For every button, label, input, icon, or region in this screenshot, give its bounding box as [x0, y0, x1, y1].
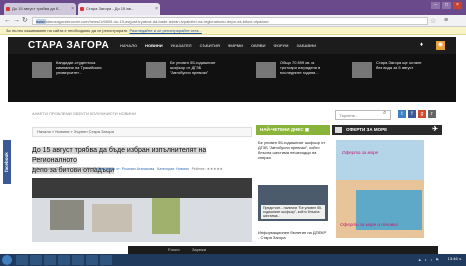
beach-icon [335, 127, 342, 133]
load-link[interactable]: Зарежи [192, 247, 206, 252]
os-taskbar: ▲ ◐ ♪ ⚑ 13:46 ч. [0, 254, 466, 266]
nav-item-companies[interactable]: ФИРМИ [228, 43, 243, 48]
thumbnail-caption: Предстоят... налични "Бе уловен 55-годиш… [261, 205, 325, 219]
main-nav: НАЧАЛО НОВИНИ УКАЗАТЕЛ СЪБИТИЯ ФИРМИ ОБЯ… [120, 43, 316, 48]
most-read-header[interactable]: НАЙ-ЧЕТЕНИ ДНЕС ▣ [256, 125, 330, 135]
nav-item-forum[interactable]: ФОРУМ [274, 43, 289, 48]
facebook-side-tab[interactable]: facebook [3, 140, 11, 184]
toggle-icon[interactable]: ✈ [432, 125, 438, 135]
taskbar-app-icon[interactable] [16, 255, 28, 265]
site-header: СТАРА ЗАГОРА НАЧАЛО НОВИНИ УКАЗАТЕЛ СЪБИ… [8, 37, 456, 54]
address-bar: ← → ↻ www.starozagorskinovini.com/news/1… [0, 15, 466, 27]
offers-header[interactable]: ОФЕРТИ ЗА МОРЕ ✈ [332, 125, 442, 135]
maximize-icon[interactable]: □ [442, 2, 451, 9]
taskbar-app-icon[interactable] [44, 255, 56, 265]
reload-icon[interactable]: ↻ [22, 17, 28, 25]
tab-label: Стара Загора - До 15 ав... [86, 6, 135, 11]
taskbar-app-icon[interactable] [58, 255, 70, 265]
window-controls: – □ × [431, 2, 462, 9]
tab-label: До 15 август трябва да б... [12, 6, 62, 11]
search-icon[interactable]: ⌕ [383, 110, 386, 117]
site-logo[interactable]: СТАРА ЗАГОРА [28, 40, 109, 51]
news-headline: Общо 70 899 кв. м. тротоари изградени в … [280, 60, 321, 75]
news-thumbnail [146, 62, 166, 78]
taskbar-clock[interactable]: 13:46 ч. [448, 256, 462, 261]
nav-item-events[interactable]: СЪБИТИЯ [200, 43, 220, 48]
nav-item-news[interactable]: НОВИНИ [145, 43, 163, 48]
browser-tab-active[interactable]: Стара Загора - До 15 ав... × [78, 3, 160, 15]
most-read-item[interactable]: Бе уловен 55-годишният шофьор от ДГЗБ "А… [258, 140, 328, 160]
news-thumbnail [256, 62, 276, 78]
taskbar-app-icon[interactable] [30, 255, 42, 265]
sub-nav[interactable]: АНКЕТИ ПРОБЛЕМИ ОБЕКТИ КОЛУМНИСТИ НОВИНИ [32, 110, 332, 118]
close-tab-icon[interactable]: × [71, 6, 74, 12]
nav-item-home[interactable]: НАЧАЛО [120, 43, 137, 48]
sea-offers-ad[interactable]: Оферта за морe Оферти за море и почивка [336, 140, 424, 238]
featured-news-strip: Кандидат-студентска кампания на Тракийск… [8, 54, 456, 102]
news-thumbnail [352, 62, 372, 78]
article-image [32, 178, 252, 242]
article-title: До 15 август трябва да бъде избран изпъл… [32, 147, 207, 174]
browser-menu-icon[interactable]: ≡ [444, 17, 448, 24]
article-meta: Публикувано: 02 Август 2012 13:30 Публик… [32, 167, 223, 171]
googleplus-icon[interactable]: g [418, 110, 426, 118]
nav-item-directory[interactable]: УКАЗАТЕЛ [171, 43, 192, 48]
rss-icon[interactable]: ◉ [436, 41, 445, 50]
most-read-item[interactable]: Информационен бюлетин на ДПЕКР - Стара З… [258, 230, 328, 240]
system-tray[interactable]: ▲ ◐ ♪ ⚑ [418, 257, 440, 262]
rss-small-icon[interactable]: r [428, 110, 436, 118]
most-read-thumbnail[interactable]: Предстоят... налични "Бе уловен 55-годиш… [258, 185, 328, 221]
facebook-icon[interactable]: f [408, 110, 416, 118]
forum-link[interactable]: Forum [168, 247, 180, 252]
info-bar-link[interactable]: Разгледайте и се регистрирайте сега... [129, 28, 201, 33]
user-icon[interactable]: ♦ [417, 41, 426, 50]
nav-item-ads[interactable]: ОБЯВИ [251, 43, 266, 48]
taskbar-app-icon[interactable] [72, 255, 84, 265]
url-input[interactable]: www.starozagorskinovini.com/news/1/6809-… [32, 17, 428, 25]
bottom-toolbar: Forum Зарежи [128, 246, 438, 254]
favicon-icon [80, 7, 84, 11]
minimize-icon[interactable]: – [431, 2, 440, 9]
forward-icon[interactable]: → [13, 17, 20, 25]
info-bar: За пълно изживяване на сайта е необходим… [0, 27, 466, 35]
bookmark-star-icon[interactable]: ☆ [430, 17, 436, 25]
browser-tab[interactable]: До 15 август трябва да б... × [4, 3, 76, 15]
taskbar-app-icon[interactable] [86, 255, 98, 265]
news-headline: Кандидат-студентска кампания на Тракийск… [56, 60, 102, 75]
start-button[interactable] [2, 255, 12, 265]
breadcrumb[interactable]: Начало » Новини » Зърнен Стара Загора [32, 127, 252, 137]
news-headline: Стара Загора ще остане без вода за 5 авг… [376, 60, 422, 70]
info-bar-text: За пълно изживяване на сайта е необходим… [6, 28, 129, 33]
close-tab-icon[interactable]: × [155, 6, 158, 12]
taskbar-app-icon[interactable] [100, 255, 112, 265]
browser-tab-bar: До 15 август трябва да б... × Стара Заго… [0, 0, 466, 15]
news-headline: Бе уловен 55-годишният шофьор от ДГЗБ "А… [170, 60, 216, 75]
close-window-icon[interactable]: × [453, 2, 462, 9]
news-thumbnail [32, 62, 52, 78]
twitter-icon[interactable]: t [398, 110, 406, 118]
nav-item-fun[interactable]: ЗАБАВНИ [297, 43, 317, 48]
back-icon[interactable]: ← [4, 17, 11, 25]
favicon-icon [6, 7, 10, 11]
